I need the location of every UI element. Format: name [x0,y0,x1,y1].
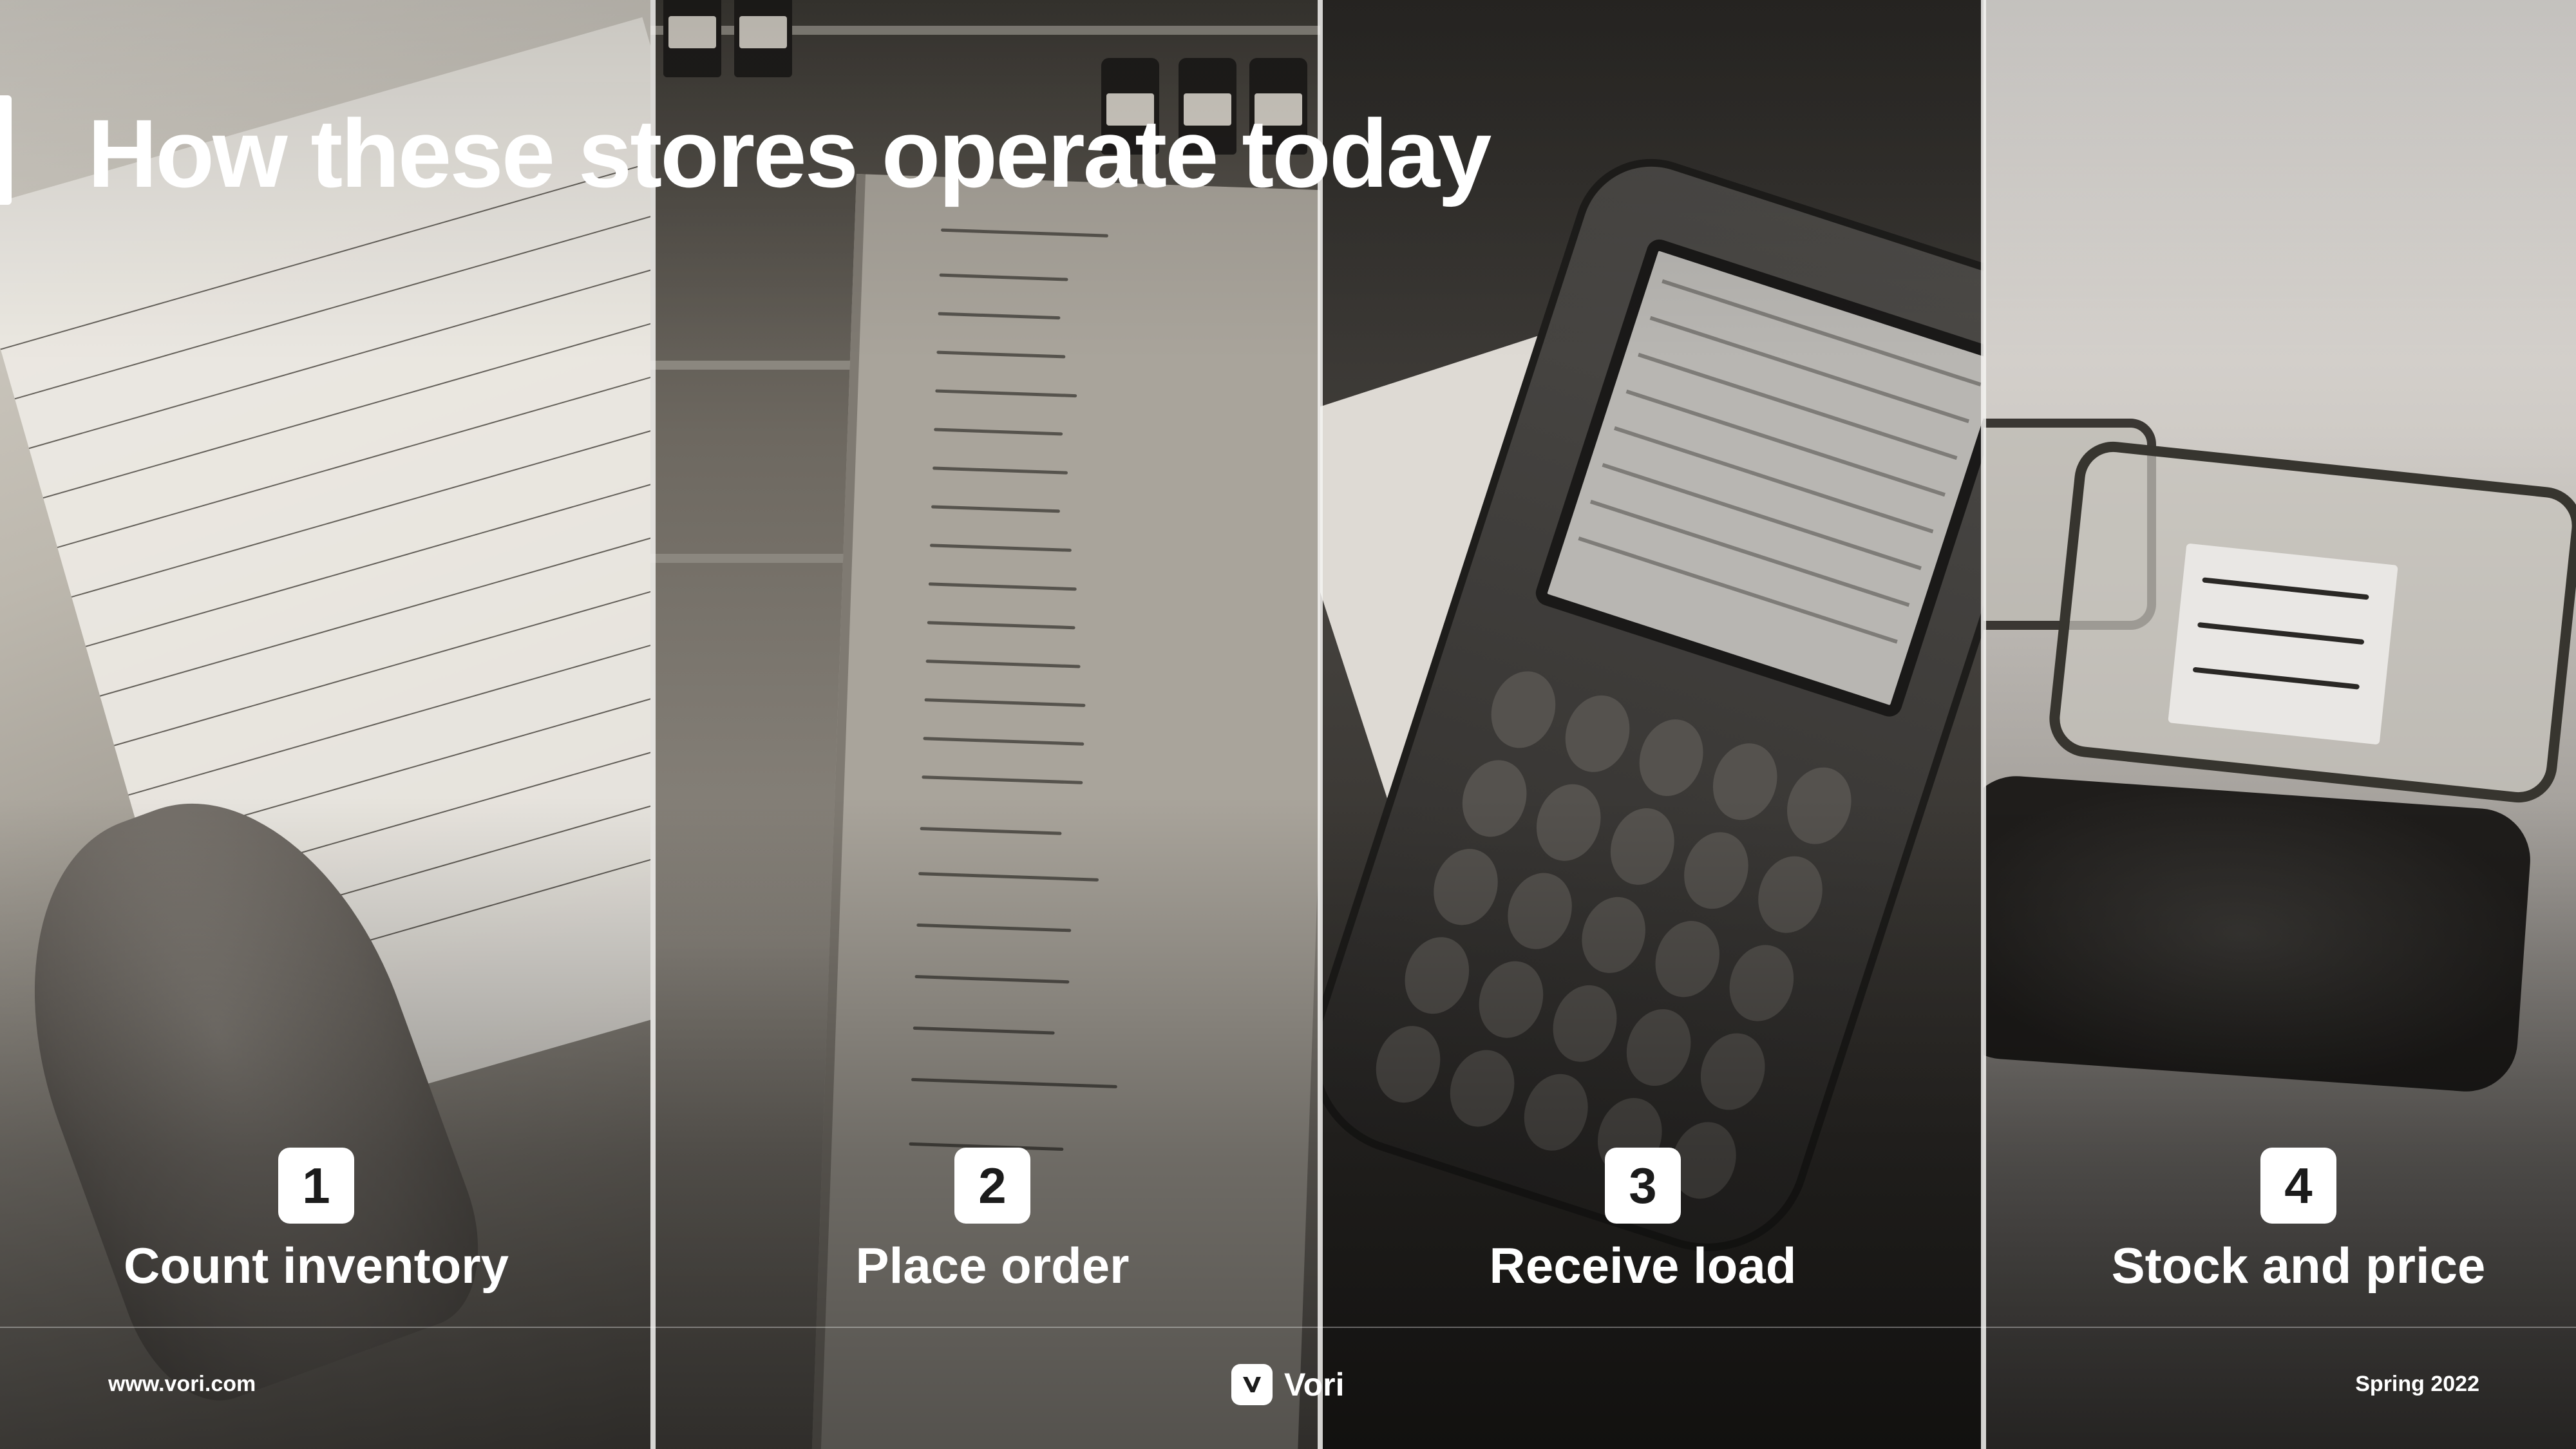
vori-logo-icon [1231,1364,1273,1405]
step-1: 1 Count inventory [0,1148,638,1295]
step-label: Count inventory [124,1237,509,1294]
step-label: Receive load [1489,1237,1797,1294]
step-number-badge: 2 [954,1148,1030,1224]
step-4: 4 Stock and price [1976,1148,2576,1295]
footer-date: Spring 2022 [2355,1372,2479,1396]
step-number-badge: 4 [2260,1148,2336,1224]
panel-divider [650,0,656,1449]
brand-name: Vori [1284,1367,1345,1403]
slide-title: How these stores operate today [88,99,1492,207]
step-number-badge: 3 [1605,1148,1681,1224]
footer-divider [0,1327,2576,1328]
step-2: 2 Place order [670,1148,1314,1295]
step-label: Stock and price [2111,1237,2486,1294]
footer-website: www.vori.com [108,1372,256,1396]
step-3: 3 Receive load [1321,1148,1965,1295]
step-label: Place order [855,1237,1130,1294]
title-accent-bar [0,95,12,205]
footer-brand: Vori [1231,1364,1345,1405]
step-number-badge: 1 [278,1148,354,1224]
